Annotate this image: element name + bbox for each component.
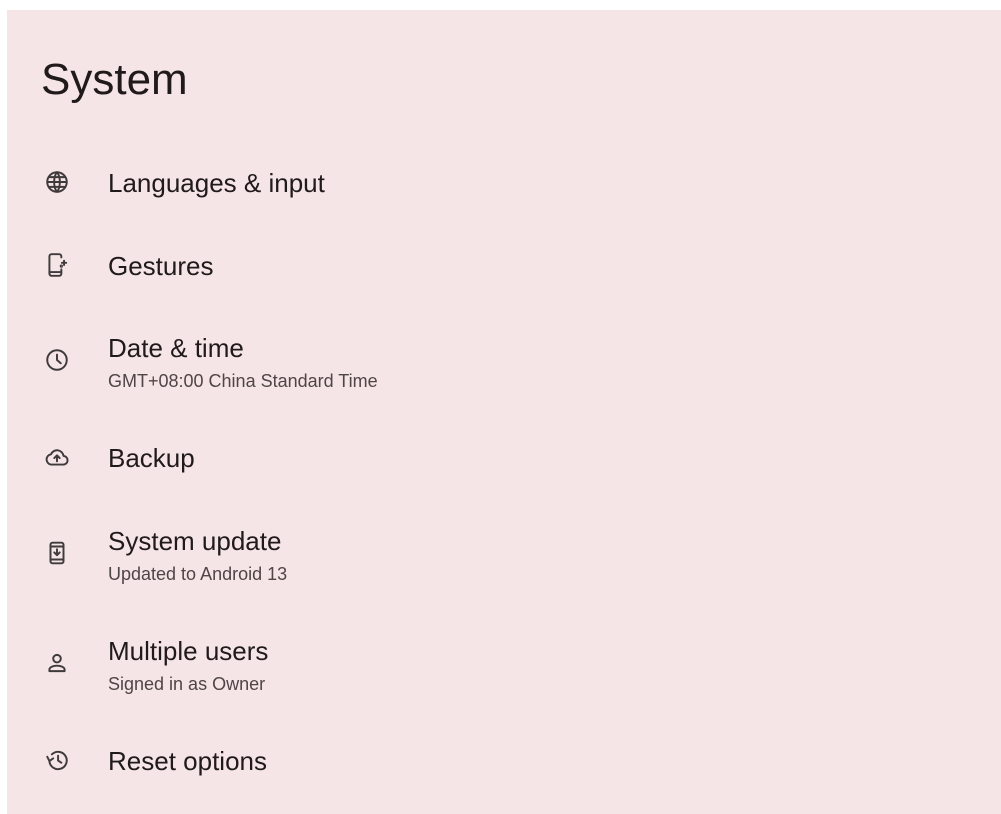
settings-item-summary: GMT+08:00 China Standard Time xyxy=(108,371,378,391)
settings-item-multiple-users[interactable]: Multiple users Signed in as Owner xyxy=(7,623,1001,703)
person-icon xyxy=(42,648,72,678)
settings-item-label: System update xyxy=(108,526,282,556)
settings-item-label: Gestures xyxy=(108,251,214,281)
settings-item-system-update[interactable]: System update Updated to Android 13 xyxy=(7,513,1001,593)
settings-item-date-time[interactable]: Date & time GMT+08:00 China Standard Tim… xyxy=(7,320,1001,400)
settings-item-label: Multiple users xyxy=(108,636,269,666)
settings-item-backup[interactable]: Backup xyxy=(7,424,1001,490)
gestures-phone-icon xyxy=(42,250,72,280)
settings-item-label: Date & time xyxy=(108,333,244,363)
globe-icon xyxy=(42,167,72,197)
page-title: System xyxy=(41,55,188,104)
cloud-upload-icon xyxy=(42,442,72,472)
settings-item-label: Languages & input xyxy=(108,168,325,198)
clock-icon xyxy=(42,345,72,375)
settings-item-label: Backup xyxy=(108,443,195,473)
settings-item-summary: Signed in as Owner xyxy=(108,674,266,694)
settings-item-languages-input[interactable]: Languages & input xyxy=(7,150,1001,216)
settings-item-reset-options[interactable]: Reset options xyxy=(7,728,1001,794)
history-icon xyxy=(42,745,72,775)
settings-item-gestures[interactable]: Gestures xyxy=(7,232,1001,298)
settings-screen: System Languages & input Gestures Date &… xyxy=(7,10,1001,814)
settings-item-summary: Updated to Android 13 xyxy=(108,564,288,584)
settings-item-label: Reset options xyxy=(108,746,267,776)
system-update-icon xyxy=(42,538,72,568)
